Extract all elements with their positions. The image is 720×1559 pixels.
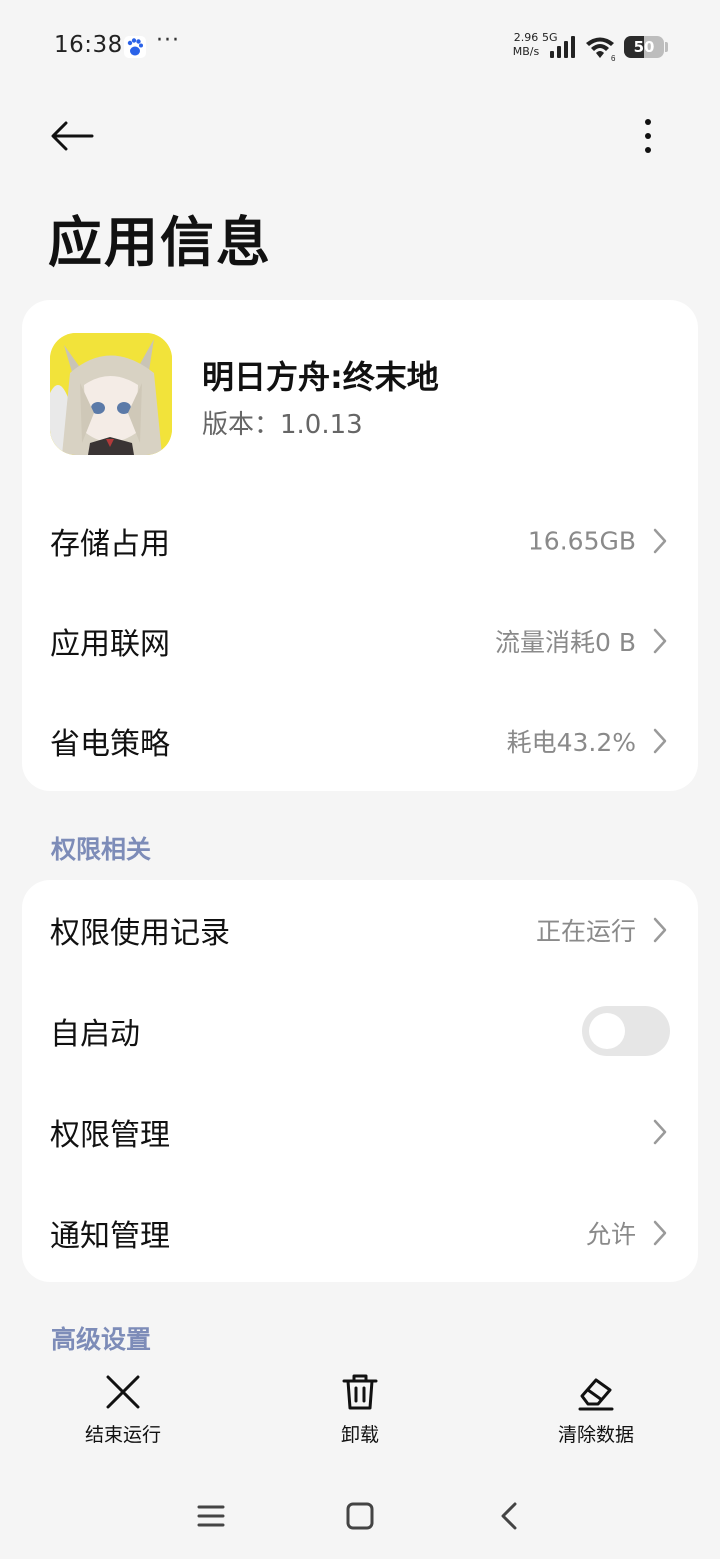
nav-back-button[interactable] (484, 1492, 534, 1540)
nav-home-button[interactable] (335, 1492, 385, 1540)
battery-policy-value: 耗电43.2% (506, 728, 636, 757)
autostart-row: 自启动 (22, 981, 698, 1081)
status-more-dots: ··· (156, 28, 180, 53)
network-label: 应用联网 (50, 627, 170, 662)
app-info-card: 明日方舟:终末地 版本：1.0.13 存储占用 16.65GB 应用联网 流量消… (22, 300, 698, 791)
permissions-section-title: 权限相关 (51, 835, 152, 864)
battery-level: 50 (633, 38, 655, 56)
advanced-section-title: 高级设置 (51, 1325, 152, 1354)
wifi-icon: 6 (586, 37, 616, 62)
status-time: 16:38 (54, 32, 123, 58)
more-vertical-icon (645, 119, 651, 153)
network-value: 流量消耗0 B (494, 628, 636, 657)
app-name: 明日方舟:终末地 (202, 358, 439, 396)
battery-policy-label: 省电策略 (50, 727, 170, 762)
permissions-card: 权限使用记录 正在运行 自启动 权限管理 通知管理 允许 (22, 880, 698, 1282)
menu-icon (197, 1505, 225, 1527)
more-options-button[interactable] (624, 110, 672, 162)
chevron-right-icon (653, 1220, 667, 1246)
home-square-icon (346, 1502, 374, 1530)
chevron-right-icon (653, 917, 667, 943)
network-speed-value: 2.96 (513, 31, 539, 44)
notification-management-value: 允许 (585, 1220, 636, 1249)
storage-label: 存储占用 (50, 527, 170, 562)
stop-button[interactable]: 结束运行 (53, 1372, 193, 1456)
notification-management-label: 通知管理 (50, 1219, 170, 1254)
permission-usage-row[interactable]: 权限使用记录 正在运行 (22, 880, 698, 980)
app-character-art (50, 333, 172, 455)
chevron-left-icon (501, 1502, 517, 1530)
status-bar: 16:38 ··· 2.96 MB/s 5G 6 50 (0, 0, 720, 96)
close-icon (106, 1375, 140, 1409)
battery-tip (665, 42, 668, 52)
clear-data-button[interactable]: 清除数据 (526, 1372, 666, 1456)
stop-label: 结束运行 (84, 1424, 161, 1446)
permission-usage-label: 权限使用记录 (50, 916, 230, 951)
network-row[interactable]: 应用联网 流量消耗0 B (22, 591, 698, 691)
back-button[interactable] (44, 110, 100, 162)
page-title: 应用信息 (48, 211, 272, 274)
app-info-screen: 16:38 ··· 2.96 MB/s 5G 6 50 应用信息 明日方舟:终末… (0, 0, 720, 1559)
baidu-paw-icon (124, 36, 146, 58)
notification-management-row[interactable]: 通知管理 允许 (22, 1183, 698, 1283)
battery-policy-row[interactable]: 省电策略 耗电43.2% (22, 691, 698, 791)
chevron-right-icon (653, 528, 667, 554)
svg-text:6: 6 (611, 54, 616, 62)
battery-icon: 50 (624, 36, 664, 58)
app-version: 版本：1.0.13 (202, 410, 363, 440)
chevron-right-icon (653, 628, 667, 654)
permission-management-label: 权限管理 (50, 1118, 170, 1153)
storage-value: 16.65GB (527, 526, 636, 556)
autostart-label: 自启动 (50, 1017, 140, 1052)
permission-usage-value: 正在运行 (535, 917, 636, 946)
toggle-knob (589, 1013, 625, 1049)
chevron-right-icon (653, 1119, 667, 1145)
clear-data-label: 清除数据 (557, 1424, 634, 1446)
arrow-left-icon (51, 121, 94, 151)
autostart-toggle[interactable] (582, 1006, 670, 1056)
trash-icon (342, 1374, 378, 1410)
network-speed-unit: MB/s (512, 45, 540, 58)
uninstall-label: 卸载 (340, 1424, 379, 1446)
eraser-icon (578, 1378, 614, 1411)
chevron-right-icon (653, 728, 667, 754)
app-icon (50, 333, 172, 455)
cell-signal-icon (550, 36, 575, 58)
storage-row[interactable]: 存储占用 16.65GB (22, 491, 698, 591)
permission-management-row[interactable]: 权限管理 (22, 1082, 698, 1182)
network-speed: 2.96 MB/s (511, 31, 541, 59)
nav-menu-button[interactable] (186, 1492, 236, 1540)
uninstall-button[interactable]: 卸载 (290, 1372, 430, 1456)
